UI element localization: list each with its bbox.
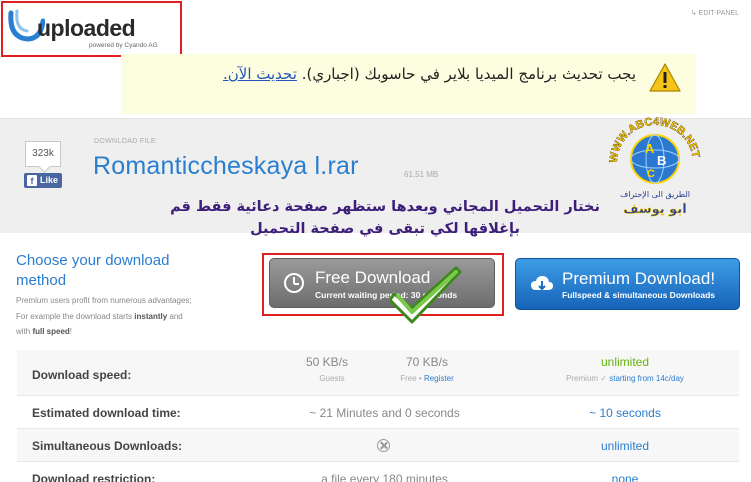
choose-method-title: Choose your download method bbox=[16, 252, 170, 289]
arabic-instruction: نختار التحميل المجاني وبعدها ستظهر صفحة … bbox=[170, 196, 600, 240]
uploaded-logo[interactable]: uploaded powered by Cyando AG bbox=[1, 1, 182, 57]
clock-icon bbox=[284, 273, 304, 293]
cloud-download-icon bbox=[531, 276, 553, 291]
desc-bold-full-speed: full speed bbox=[32, 327, 70, 336]
premium-download-subtitle: Fullspeed & simultaneous Downloads bbox=[562, 290, 716, 300]
desc-line-3: with bbox=[16, 327, 33, 336]
desc-line-1: Premium users profit from numerous advan… bbox=[16, 296, 192, 305]
simultaneous-premium: unlimited bbox=[600, 439, 650, 453]
comparison-table: Download speed: 50 KB/s Guests 70 KB/s F… bbox=[17, 350, 739, 482]
desc-bold-instantly: instantly bbox=[134, 311, 168, 321]
warning-text: يجب تحديث برنامج الميديا بلاير في حاسوبك… bbox=[223, 65, 636, 83]
facebook-icon: f bbox=[27, 175, 37, 186]
desc-line-2: For example the download starts bbox=[16, 311, 135, 321]
instruction-line-1: نختار التحميل المجاني وبعدها ستظهر صفحة … bbox=[170, 199, 600, 215]
not-allowed-icon bbox=[377, 439, 390, 452]
watermark-subtitle: الطريق الى الإحتراف bbox=[620, 190, 690, 200]
table-row-simultaneous: Simultaneous Downloads: unlimited bbox=[17, 429, 739, 462]
desc-line-3-end: ! bbox=[69, 327, 73, 336]
row-label-time: Estimated download time: bbox=[32, 406, 181, 420]
speed-free: 70 KB/s bbox=[405, 355, 449, 369]
desc-line-2-end: and bbox=[167, 311, 183, 321]
instruction-line-2: بإغلاقها لكي تبقى في صفحة التحميل bbox=[250, 221, 520, 237]
restriction-premium: none bbox=[611, 472, 639, 482]
edit-panel-link[interactable]: ↳ EDIT-PANEL bbox=[691, 9, 739, 17]
file-size: 61,51 MB bbox=[404, 170, 439, 179]
time-premium: ~ 10 seconds bbox=[589, 406, 661, 420]
table-row-speed: Download speed: 50 KB/s Guests 70 KB/s F… bbox=[17, 350, 739, 396]
svg-text:B: B bbox=[657, 153, 666, 168]
download-file-label: DOWNLOAD FILE: bbox=[94, 138, 159, 145]
warning-icon bbox=[649, 63, 681, 92]
file-name: Romanticcheskaya l.rar bbox=[93, 152, 359, 180]
edit-panel-label: EDIT-PANEL bbox=[698, 10, 739, 17]
svg-text:C: C bbox=[647, 168, 655, 180]
row-label-restriction: Download restriction: bbox=[32, 472, 156, 482]
premium-download-title: Premium Download! bbox=[562, 269, 716, 288]
abc4web-watermark-logo: A B C WWW.ABC4WEB.NET الطريق الى الإحترا… bbox=[608, 116, 702, 217]
restriction-free: a file every 180 minutes bbox=[321, 472, 448, 482]
speed-guests: 50 KB/s bbox=[305, 355, 349, 369]
row-label-simultaneous: Simultaneous Downloads: bbox=[32, 439, 183, 453]
plugin-warning: يجب تحديث برنامج الميديا بلاير في حاسوبك… bbox=[121, 54, 696, 114]
speed-premium: unlimited bbox=[600, 355, 650, 369]
speed-premium-sub: Premium ✓ starting from 14c/day bbox=[535, 374, 715, 383]
speed-free-sub: Free • Register bbox=[372, 374, 482, 383]
speed-premium-sub-label: Premium ✓ bbox=[566, 374, 610, 383]
top-header: uploaded powered by Cyando AG ↳ EDIT-PAN… bbox=[0, 0, 751, 118]
logo-subtitle: powered by Cyando AG bbox=[89, 42, 158, 49]
table-row-restriction: Download restriction: a file every 180 m… bbox=[17, 462, 739, 482]
table-row-time: Estimated download time: ~ 21 Minutes an… bbox=[17, 396, 739, 429]
register-link[interactable]: Register bbox=[424, 374, 454, 383]
logo-text: uploaded bbox=[37, 15, 136, 41]
warning-message: يجب تحديث برنامج الميديا بلاير في حاسوبك… bbox=[301, 65, 636, 83]
update-now-link[interactable]: تحديث الآن. bbox=[223, 65, 297, 83]
checkmark-icon bbox=[390, 266, 462, 324]
like-label: Like bbox=[40, 175, 59, 185]
like-count: 323k bbox=[25, 141, 61, 167]
watermark-name: ابو يوسف bbox=[623, 202, 686, 217]
choose-method-description: Premium users profit from numerous advan… bbox=[16, 293, 231, 340]
time-free: ~ 21 Minutes and 0 seconds bbox=[309, 406, 460, 420]
svg-text:A: A bbox=[645, 141, 655, 156]
facebook-like-button[interactable]: f Like bbox=[24, 173, 62, 188]
premium-download-button[interactable]: Premium Download! Fullspeed & simultaneo… bbox=[515, 258, 740, 310]
premium-price-link[interactable]: starting from 14c/day bbox=[609, 374, 684, 383]
row-label-speed: Download speed: bbox=[32, 368, 132, 382]
speed-free-sub-label: Free • bbox=[400, 374, 424, 383]
